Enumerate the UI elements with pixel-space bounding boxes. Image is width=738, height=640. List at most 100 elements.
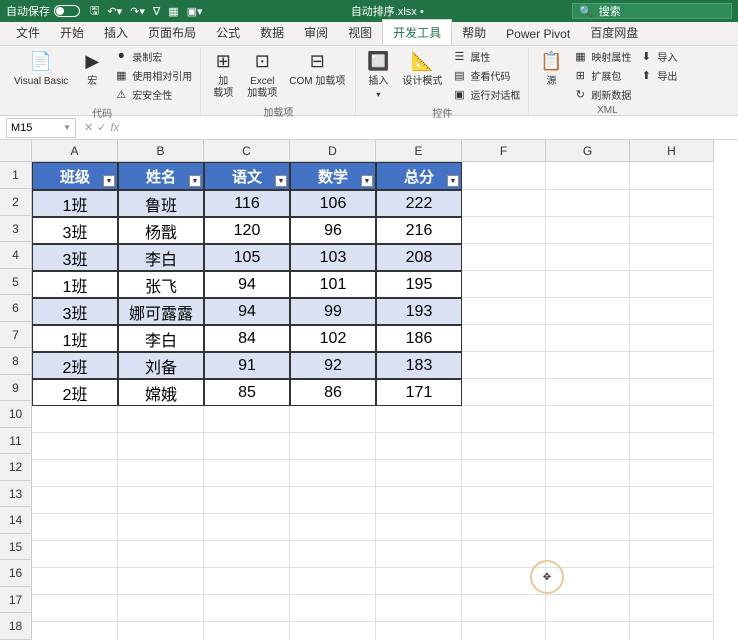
cell-F18[interactable]	[462, 622, 546, 640]
cell-H1[interactable]	[630, 162, 714, 190]
cell-F5[interactable]	[462, 271, 546, 298]
cell-C6[interactable]: 94	[204, 298, 290, 325]
cell-F3[interactable]	[462, 217, 546, 244]
row-header-3[interactable]: 3	[0, 216, 32, 243]
filter-dropdown-icon[interactable]: ▼	[447, 175, 459, 187]
cell-F8[interactable]	[462, 352, 546, 379]
cell-D5[interactable]: 101	[290, 271, 376, 298]
cell-A9[interactable]: 2班	[32, 379, 118, 406]
cell-A14[interactable]	[32, 514, 118, 541]
map-props-button[interactable]: ▦映射属性	[571, 48, 633, 65]
accept-formula-icon[interactable]: ✓	[97, 121, 106, 134]
tab-审阅[interactable]: 审阅	[294, 20, 338, 45]
row-header-10[interactable]: 10	[0, 401, 32, 428]
cell-B10[interactable]	[118, 406, 204, 433]
cell-F15[interactable]	[462, 541, 546, 568]
cell-A6[interactable]: 3班	[32, 298, 118, 325]
name-box[interactable]: M15 ▼	[6, 118, 76, 138]
cell-E10[interactable]	[376, 406, 462, 433]
cell-C10[interactable]	[204, 406, 290, 433]
cell-D1[interactable]: 数学▼	[290, 162, 376, 190]
cell-B5[interactable]: 张飞	[118, 271, 204, 298]
record-macro-button[interactable]: ⏺录制宏	[112, 48, 194, 65]
run-dialog-button[interactable]: ▣运行对话框	[450, 86, 522, 103]
cell-D4[interactable]: 103	[290, 244, 376, 271]
row-header-16[interactable]: 16	[0, 560, 32, 587]
cell-E7[interactable]: 186	[376, 325, 462, 352]
cell-A3[interactable]: 3班	[32, 217, 118, 244]
cell-G4[interactable]	[546, 244, 630, 271]
cell-A2[interactable]: 1班	[32, 190, 118, 217]
cell-E4[interactable]: 208	[376, 244, 462, 271]
macros-button[interactable]: ▶ 宏	[76, 48, 108, 90]
filter-dropdown-icon[interactable]: ▼	[275, 175, 287, 187]
cell-A5[interactable]: 1班	[32, 271, 118, 298]
cell-G6[interactable]	[546, 298, 630, 325]
cell-E11[interactable]	[376, 433, 462, 460]
cell-A8[interactable]: 2班	[32, 352, 118, 379]
cell-H14[interactable]	[630, 514, 714, 541]
cell-C2[interactable]: 116	[204, 190, 290, 217]
cell-G9[interactable]	[546, 379, 630, 406]
cell-E14[interactable]	[376, 514, 462, 541]
cell-F6[interactable]	[462, 298, 546, 325]
cell-F10[interactable]	[462, 406, 546, 433]
cell-C7[interactable]: 84	[204, 325, 290, 352]
cell-H5[interactable]	[630, 271, 714, 298]
cell-D2[interactable]: 106	[290, 190, 376, 217]
cell-H13[interactable]	[630, 487, 714, 514]
cell-F2[interactable]	[462, 190, 546, 217]
cell-E16[interactable]	[376, 568, 462, 595]
cell-A10[interactable]	[32, 406, 118, 433]
tab-数据[interactable]: 数据	[250, 20, 294, 45]
cell-C13[interactable]	[204, 487, 290, 514]
tab-插入[interactable]: 插入	[94, 20, 138, 45]
cell-A4[interactable]: 3班	[32, 244, 118, 271]
cell-B4[interactable]: 李白	[118, 244, 204, 271]
row-header-8[interactable]: 8	[0, 348, 32, 375]
cell-B18[interactable]	[118, 622, 204, 640]
search-box[interactable]: 🔍 搜索	[572, 3, 732, 19]
tab-Power Pivot[interactable]: Power Pivot	[496, 23, 580, 45]
refresh-data-button[interactable]: ↻刷新数据	[571, 86, 633, 103]
cell-C5[interactable]: 94	[204, 271, 290, 298]
cell-B15[interactable]	[118, 541, 204, 568]
tab-开始[interactable]: 开始	[50, 20, 94, 45]
cell-E13[interactable]	[376, 487, 462, 514]
row-header-5[interactable]: 5	[0, 269, 32, 296]
cell-C11[interactable]	[204, 433, 290, 460]
cell-B1[interactable]: 姓名▼	[118, 162, 204, 190]
cell-C4[interactable]: 105	[204, 244, 290, 271]
cell-E12[interactable]	[376, 460, 462, 487]
cell-D10[interactable]	[290, 406, 376, 433]
cell-G7[interactable]	[546, 325, 630, 352]
row-header-13[interactable]: 13	[0, 481, 32, 508]
cell-E5[interactable]: 195	[376, 271, 462, 298]
xml-source-button[interactable]: 📋源	[535, 48, 567, 90]
select-all-cell[interactable]	[0, 140, 32, 162]
autosave-toggle[interactable]: 自动保存	[6, 3, 80, 19]
cell-E3[interactable]: 216	[376, 217, 462, 244]
freeze-icon[interactable]: ▣▾	[187, 5, 203, 18]
expansion-button[interactable]: ⊞扩展包	[571, 67, 633, 84]
cell-D9[interactable]: 86	[290, 379, 376, 406]
cell-H7[interactable]	[630, 325, 714, 352]
redo-icon[interactable]: ↷▾	[130, 5, 145, 18]
cancel-formula-icon[interactable]: ✕	[84, 121, 93, 134]
cell-F13[interactable]	[462, 487, 546, 514]
cell-D14[interactable]	[290, 514, 376, 541]
cell-F7[interactable]	[462, 325, 546, 352]
cell-A16[interactable]	[32, 568, 118, 595]
chevron-down-icon[interactable]: ▼	[63, 123, 71, 132]
fx-icon[interactable]: fx	[110, 122, 119, 134]
cell-A15[interactable]	[32, 541, 118, 568]
cell-G14[interactable]	[546, 514, 630, 541]
row-header-18[interactable]: 18	[0, 613, 32, 640]
relative-ref-button[interactable]: ▦使用相对引用	[112, 67, 194, 84]
cell-H2[interactable]	[630, 190, 714, 217]
cell-H3[interactable]	[630, 217, 714, 244]
cell-D7[interactable]: 102	[290, 325, 376, 352]
cell-C3[interactable]: 120	[204, 217, 290, 244]
cell-E9[interactable]: 171	[376, 379, 462, 406]
cell-B2[interactable]: 鲁班	[118, 190, 204, 217]
